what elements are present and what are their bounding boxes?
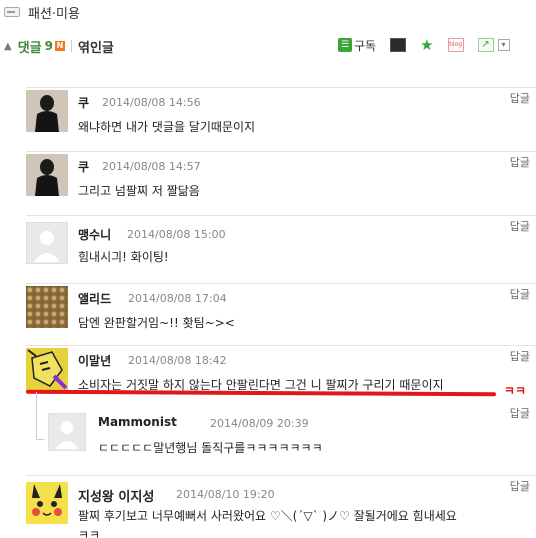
- comment-item: 지성왕 이지성 2014/08/10 19:20 답글 팔찌 후기보고 너무예뻐…: [26, 475, 536, 538]
- comment-date: 2014/08/08 17:04: [128, 292, 227, 305]
- reply-button[interactable]: 답글: [510, 348, 530, 364]
- comment-extra-text: ㅋㅋ: [503, 384, 526, 398]
- tab-comments[interactable]: 댓글: [18, 37, 42, 56]
- collapse-arrow-icon[interactable]: ▲: [4, 41, 12, 52]
- divider: [70, 40, 72, 52]
- comment-text-continued: ㅋㅋ: [78, 528, 101, 538]
- comment-author[interactable]: 지성왕 이지성: [78, 486, 154, 505]
- comment-date: 2014/08/08 14:56: [102, 96, 201, 109]
- comment-text: 팔찌 후기보고 너무예뻐서 사러왔어요 ♡＼(´▽` )ノ♡ 잘될거에요 힘내세…: [78, 509, 457, 523]
- reply-button[interactable]: 답글: [510, 286, 530, 302]
- subscribe-button[interactable]: 구독: [354, 37, 376, 54]
- comment-date: 2014/08/09 20:39: [210, 417, 309, 430]
- comment-text: 그리고 넘팔찌 저 짤닮음: [78, 184, 200, 198]
- reply-guide-line: [36, 439, 44, 440]
- rss-icon[interactable]: ☰: [338, 38, 352, 52]
- comment-text: 힘내시긔! 화이팅!: [78, 250, 169, 264]
- reply-guide-line: [36, 392, 37, 440]
- comment-author[interactable]: 이말년: [78, 352, 111, 369]
- comment-date: 2014/08/10 19:20: [176, 488, 275, 501]
- comment-toolbar: ▲ 댓글 9 N 엮인글 ☰ 구독 ★ blog ↗ ▾: [0, 34, 536, 58]
- comment-item: 쿠 2014/08/08 14:56 답글 왜냐하면 내가 댓글을 달기때문이지: [26, 87, 536, 145]
- folder-icon: [4, 7, 20, 17]
- archive-icon[interactable]: [390, 38, 407, 52]
- comment-text: ㄷㄷㄷㄷㄷ말년행님 돌직구를ㅋㅋㅋㅋㅋㅋㅋ: [98, 441, 323, 455]
- dark-figure-avatar[interactable]: [26, 90, 68, 132]
- comment-text: 담엔 완판할거임~!! 홧팀~><: [78, 316, 235, 330]
- comment-item: 쿠 2014/08/08 14:57 답글 그리고 넘팔찌 저 짤닮음: [26, 151, 536, 209]
- comment-author[interactable]: Mammonist: [98, 415, 177, 429]
- reply-button[interactable]: 답글: [510, 90, 530, 106]
- comment-date: 2014/08/08 14:57: [102, 160, 201, 173]
- default-avatar[interactable]: [26, 222, 68, 264]
- reply-button[interactable]: 답글: [510, 218, 530, 234]
- comment-author[interactable]: 쿠: [78, 94, 89, 111]
- comment-date: 2014/08/08 18:42: [128, 354, 227, 367]
- comment-date: 2014/08/08 15:00: [127, 228, 226, 241]
- category-header: 패션·미용: [0, 0, 536, 24]
- reply-item: Mammonist 2014/08/09 20:39 답글 ㄷㄷㄷㄷㄷ말년행님 …: [48, 403, 536, 465]
- blog-icon[interactable]: blog: [447, 38, 464, 52]
- reply-button[interactable]: 답글: [510, 478, 530, 494]
- comment-author[interactable]: 쿠: [78, 158, 89, 175]
- pikachu-avatar[interactable]: [26, 482, 68, 524]
- comment-item: 맹수니 2014/08/08 15:00 답글 힘내시긔! 화이팅!: [26, 215, 536, 277]
- comment-author[interactable]: 앨리드: [78, 290, 111, 307]
- share-icon[interactable]: ↗: [477, 38, 494, 52]
- category-label[interactable]: 패션·미용: [28, 3, 80, 22]
- new-badge: N: [54, 41, 65, 51]
- comment-text: 왜냐하면 내가 댓글을 달기때문이지: [78, 120, 256, 134]
- comment-item: 앨리드 2014/08/08 17:04 답글 담엔 완판할거임~!! 홧팀~>…: [26, 283, 536, 341]
- default-avatar[interactable]: [48, 413, 86, 451]
- dark-figure-avatar[interactable]: [26, 154, 68, 196]
- chevron-down-icon[interactable]: ▾: [497, 39, 510, 51]
- reply-button[interactable]: 답글: [510, 405, 530, 421]
- comments-count: 9: [44, 39, 53, 53]
- tab-related[interactable]: 엮인글: [78, 37, 114, 56]
- comment-author[interactable]: 맹수니: [78, 226, 111, 243]
- star-icon[interactable]: ★: [420, 36, 433, 54]
- reply-button[interactable]: 답글: [510, 154, 530, 170]
- cartoon-avatar[interactable]: [26, 348, 68, 390]
- comment-item: 이말년 2014/08/08 18:42 답글 소비자는 거짓말 하지 않는다 …: [26, 345, 536, 398]
- pattern-avatar[interactable]: [26, 286, 68, 328]
